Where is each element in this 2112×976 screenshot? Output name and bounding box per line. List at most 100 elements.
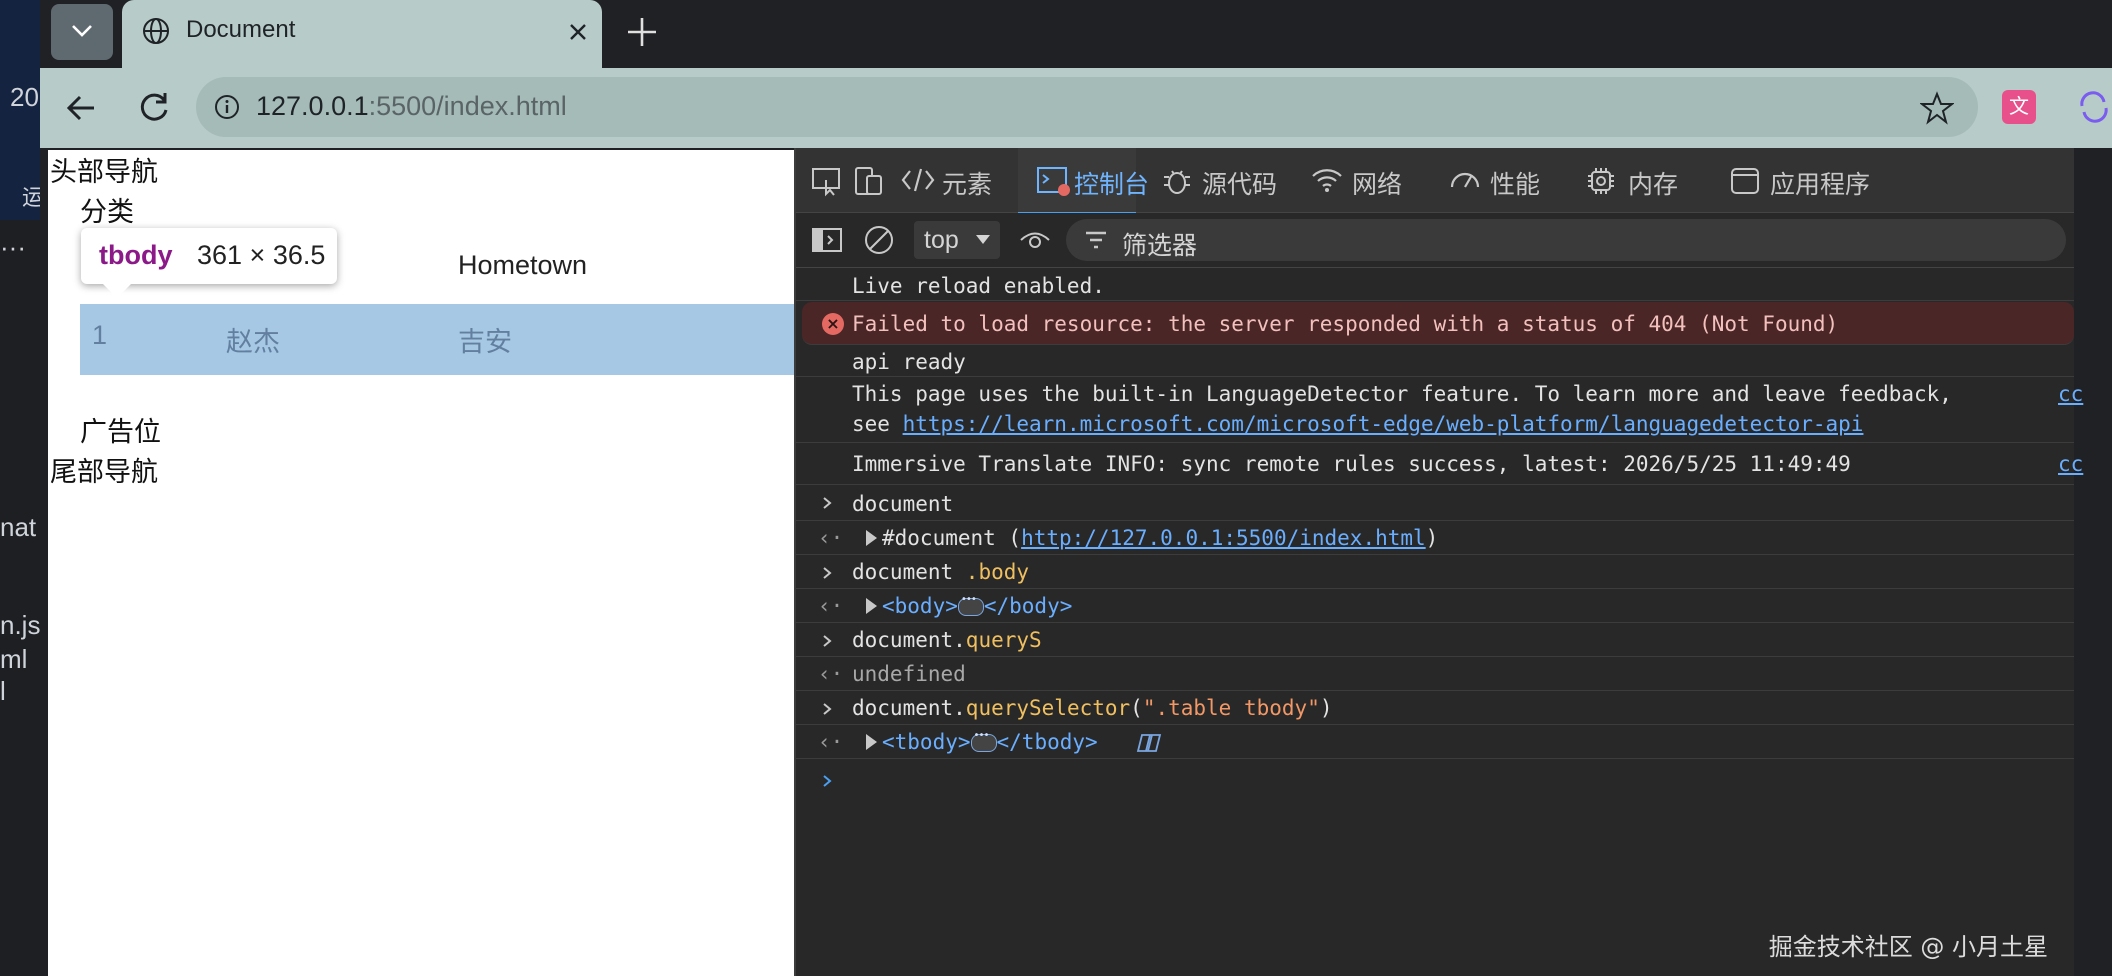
device-emulation-icon[interactable] (852, 164, 886, 198)
ellipsis-icon[interactable] (957, 594, 984, 616)
sidebar-toggle-icon[interactable] (810, 223, 844, 257)
clear-console-icon[interactable] (862, 223, 896, 257)
console-input-row[interactable]: document (796, 486, 2074, 521)
tooltip-tag: tbody (99, 240, 173, 270)
ellipsis-icon[interactable] (970, 730, 997, 752)
watermark: 掘金技术社区 @ 小月土星 (1768, 933, 2048, 961)
console-toolbar: top 筛选器 (796, 213, 2074, 268)
output-link[interactable]: http://127.0.0.1:5500/index.html (1021, 526, 1426, 550)
console-message: api ready (796, 346, 2074, 377)
expand-triangle-icon[interactable] (866, 530, 877, 546)
category-heading: 分类 (80, 197, 134, 227)
inspect-tooltip: tbody 361 × 36.5 (81, 228, 337, 298)
tab-network[interactable]: 网络 (1310, 148, 1420, 212)
address-bar[interactable]: 127.0.0.1:5500/index.html (196, 77, 1978, 137)
copilot-icon[interactable] (1136, 732, 1164, 754)
chip-icon (1588, 168, 1614, 194)
tab-actions-button[interactable] (51, 4, 113, 60)
input-text: document (852, 492, 954, 516)
console-output-row[interactable]: ‹· <tbody> </tbody> (796, 726, 2074, 759)
header-nav: 头部导航 (50, 157, 158, 187)
chevron-right-icon (823, 635, 832, 647)
chevron-right-icon (823, 775, 832, 787)
live-expression-eye-icon[interactable] (1018, 223, 1052, 257)
expand-triangle-icon[interactable] (866, 598, 877, 614)
star-icon[interactable] (1920, 91, 1954, 125)
ad-slot: 广告位 (80, 417, 161, 447)
tbody-highlight-overlay (80, 304, 802, 375)
cell-name: 赵杰 (226, 327, 280, 357)
close-icon[interactable] (560, 14, 596, 50)
cell-hometown: 吉安 (458, 327, 512, 357)
footer-nav: 尾部导航 (50, 457, 158, 487)
tab-elements[interactable]: 元素 (900, 148, 1010, 212)
browser-toolbar: 127.0.0.1:5500/index.html 文 (40, 68, 2112, 148)
filter-input[interactable]: 筛选器 (1066, 219, 2066, 261)
sync-icon[interactable] (2076, 90, 2112, 124)
app-icon (1731, 168, 1759, 194)
bug-icon (1164, 170, 1190, 194)
input-text: document. (852, 628, 966, 652)
cell-id: 1 (92, 320, 108, 350)
context-selector[interactable]: top (914, 221, 1000, 259)
input-property: .body (965, 560, 1030, 584)
back-arrow-icon[interactable] (60, 86, 104, 130)
translate-extension-icon[interactable]: 文 (2002, 90, 2036, 124)
filter-icon (1086, 231, 1106, 249)
return-arrow-icon: ‹· (818, 662, 844, 686)
background-app-strip: 20 运 ··· nat n.js ml l (0, 0, 44, 976)
background-text: nat (0, 512, 37, 542)
devtools-tab-bar: 元素 控制台 源代码 网络 性能 内存 应用程序 (796, 148, 2074, 215)
tab-label: 源代码 (1202, 171, 1278, 199)
input-method: queryS (965, 628, 1042, 652)
source-link[interactable]: cc (2058, 382, 2083, 406)
tab-label: 应用程序 (1770, 171, 1871, 199)
code-icon (901, 168, 935, 192)
background-text: 20 (10, 82, 39, 112)
console-icon (1037, 167, 1070, 196)
tab-bar: Document (40, 0, 2112, 68)
error-icon: × (822, 313, 844, 335)
input-text: document. (852, 696, 966, 720)
column-header-hometown: Hometown (458, 250, 588, 280)
console-input-row[interactable]: document.queryS (796, 624, 2074, 657)
message-text: Live reload enabled. (852, 274, 1105, 298)
inspect-element-icon[interactable] (810, 164, 844, 198)
message-text: Immersive Translate INFO: sync remote ru… (852, 452, 1851, 476)
source-link[interactable]: cc (2058, 452, 2083, 476)
url-text[interactable]: 127.0.0.1:5500/index.html (256, 91, 567, 122)
console-prompt[interactable] (796, 760, 2074, 800)
console-input-row[interactable]: document .body (796, 556, 2074, 589)
new-tab-icon[interactable] (620, 10, 664, 54)
input-text: ( (1130, 696, 1143, 720)
tab-performance[interactable]: 性能 (1448, 148, 1558, 212)
error-text: Failed to load resource: the server resp… (852, 312, 1839, 336)
output-text: ) (1425, 526, 1439, 550)
message-text: This page uses the built-in LanguageDete… (852, 382, 1952, 406)
chevron-right-icon (823, 497, 832, 509)
message-text: see (852, 412, 903, 436)
info-icon[interactable] (214, 94, 240, 120)
expand-triangle-icon[interactable] (866, 734, 877, 750)
output-tag-open: <body> (882, 594, 958, 618)
tab-memory[interactable]: 内存 (1584, 148, 1694, 212)
reload-icon[interactable] (132, 86, 176, 130)
console-output-row[interactable]: ‹· <body> </body> (796, 590, 2074, 623)
return-arrow-icon: ‹· (818, 526, 844, 550)
doc-link[interactable]: https://learn.microsoft.com/microsoft-ed… (903, 412, 1864, 436)
browser-tab[interactable]: Document (122, 0, 602, 68)
console-message: Live reload enabled. (796, 268, 2074, 301)
gauge-icon (1450, 172, 1480, 188)
tab-application[interactable]: 应用程序 (1728, 148, 1898, 212)
output-tag-open: <tbody> (882, 730, 971, 754)
return-arrow-icon: ‹· (818, 594, 844, 618)
console-input-row[interactable]: document.querySelector(".table tbody") (796, 692, 2074, 725)
console-output-row[interactable]: ‹· #document (http://127.0.0.1:5500/inde… (796, 522, 2074, 555)
tab-console[interactable]: 控制台 (1018, 148, 1149, 215)
background-text: n.js (0, 610, 41, 640)
return-arrow-icon: ‹· (818, 730, 844, 754)
chevron-right-icon (823, 703, 832, 715)
console-output: Live reload enabled. × Failed to load re… (796, 268, 2083, 976)
tab-sources[interactable]: 源代码 (1160, 148, 1290, 212)
page-viewport: 头部导航 分类 Hometown 1 赵杰 吉安 tbody 361 × 36.… (48, 150, 828, 976)
